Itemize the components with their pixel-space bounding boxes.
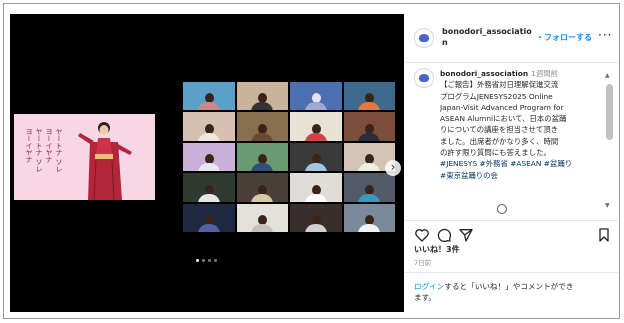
author-username[interactable]: bonodori_associatio n xyxy=(442,26,532,48)
username-line: bonodori_associatio xyxy=(442,27,532,36)
post-time: 1週間前 xyxy=(531,69,558,78)
participant-tile xyxy=(236,82,288,111)
participant-tile xyxy=(290,173,342,202)
participant-tile xyxy=(343,173,395,202)
participant-tile xyxy=(343,82,395,111)
participant-tile xyxy=(236,142,288,172)
heart-icon[interactable] xyxy=(414,227,430,243)
caption-scrollbar[interactable]: ▲ ▼ xyxy=(604,72,614,212)
post-media[interactable]: ヨーイヤナ ヤートナ ソレ ヨーイヤナ ヤートナ ソレ › xyxy=(10,14,404,312)
carousel-dot xyxy=(202,259,205,262)
lyric-text: ヤートナ ソレ xyxy=(35,128,43,173)
comment-area: ログインすると「いいね！」やコメントができ ます。 xyxy=(404,272,618,313)
caption-username[interactable]: bonodori_association xyxy=(440,69,528,78)
participant-tile xyxy=(290,203,342,232)
action-bar xyxy=(404,220,618,245)
carousel-dot xyxy=(214,259,217,262)
post-header: bonodori_associatio n ・フォローする ··· xyxy=(404,14,618,63)
login-prompt-text: ます。 xyxy=(414,293,437,302)
participant-tile xyxy=(183,112,235,141)
caption-line: ました。出席者がかなり多く、時間 xyxy=(440,136,559,146)
lyric-text: ヨーイヤナ xyxy=(45,128,53,163)
login-link[interactable]: ログイン xyxy=(414,282,444,291)
caption-line: ASEAN Alumniにおいて、日本の盆踊 xyxy=(440,114,567,124)
caption-line: りについての講座を担当させて頂き xyxy=(440,125,559,135)
like-count[interactable]: いいね！3件 xyxy=(414,244,460,255)
caption-line: プログラムJENESYS2025 Online xyxy=(440,91,553,101)
username-line: n xyxy=(442,38,448,47)
participant-tile xyxy=(183,173,235,202)
caption-avatar[interactable] xyxy=(414,68,434,88)
participant-tile xyxy=(236,173,288,202)
participant-tile xyxy=(236,112,288,141)
caption-line: の許す限り質問にも答えました。 xyxy=(440,148,551,158)
participant-tile xyxy=(290,142,342,172)
instagram-embed: ヨーイヤナ ヤートナ ソレ ヨーイヤナ ヤートナ ソレ › bonodori_a… xyxy=(3,3,620,319)
share-icon[interactable] xyxy=(458,227,474,243)
next-slide-button[interactable]: › xyxy=(385,160,401,176)
caption-line: 【ご報告】外務省対日理解促進交流 xyxy=(440,80,559,90)
hashtags[interactable]: #JENESYS #外務省 #ASEAN #盆踊り xyxy=(440,158,604,169)
avatar[interactable] xyxy=(414,28,434,48)
participant-tile xyxy=(183,203,235,232)
participant-tile xyxy=(343,203,395,232)
dancer-slide: ヨーイヤナ ヤートナ ソレ ヨーイヤナ ヤートナ ソレ xyxy=(14,114,155,200)
carousel-dot xyxy=(196,259,199,262)
lyric-text: ヤートナ ソレ xyxy=(55,128,63,173)
carousel-dot xyxy=(208,259,211,262)
bookmark-icon[interactable] xyxy=(596,227,612,243)
more-options-icon[interactable]: ··· xyxy=(598,28,612,42)
video-call-grid xyxy=(183,82,395,232)
dancer-figure xyxy=(78,122,132,200)
participant-tile xyxy=(290,112,342,141)
participant-tile xyxy=(290,82,342,111)
login-prompt: ログインすると「いいね！」やコメントができ ます。 xyxy=(414,281,610,303)
post-sidebar: bonodori_associatio n ・フォローする ··· bonodo… xyxy=(404,14,618,312)
participant-tile xyxy=(236,203,288,232)
login-prompt-text: すると「いいね！」やコメントができ xyxy=(444,282,574,291)
scrollbar-thumb[interactable] xyxy=(606,84,613,140)
participant-tile xyxy=(183,82,235,111)
follow-button[interactable]: ・フォローする xyxy=(536,32,592,43)
post-date: 7日前 xyxy=(414,259,432,267)
lyric-text: ヨーイヤナ xyxy=(25,128,33,163)
scroll-down-icon[interactable]: ▼ xyxy=(605,202,610,209)
participant-tile xyxy=(343,112,395,141)
carousel-dots xyxy=(196,259,217,262)
scroll-up-icon[interactable]: ▲ xyxy=(605,72,610,79)
caption: bonodori_association 1週間前 【ご報告】外務省対日理解促進交… xyxy=(440,68,604,220)
loading-icon xyxy=(497,204,507,214)
caption-line: Japan-Visit Advanced Program for xyxy=(440,102,564,112)
comment-icon[interactable] xyxy=(436,227,452,243)
participant-tile xyxy=(183,142,235,172)
hashtags[interactable]: #東京盆踊りの会 xyxy=(440,170,604,181)
chevron-right-icon: › xyxy=(390,160,396,174)
